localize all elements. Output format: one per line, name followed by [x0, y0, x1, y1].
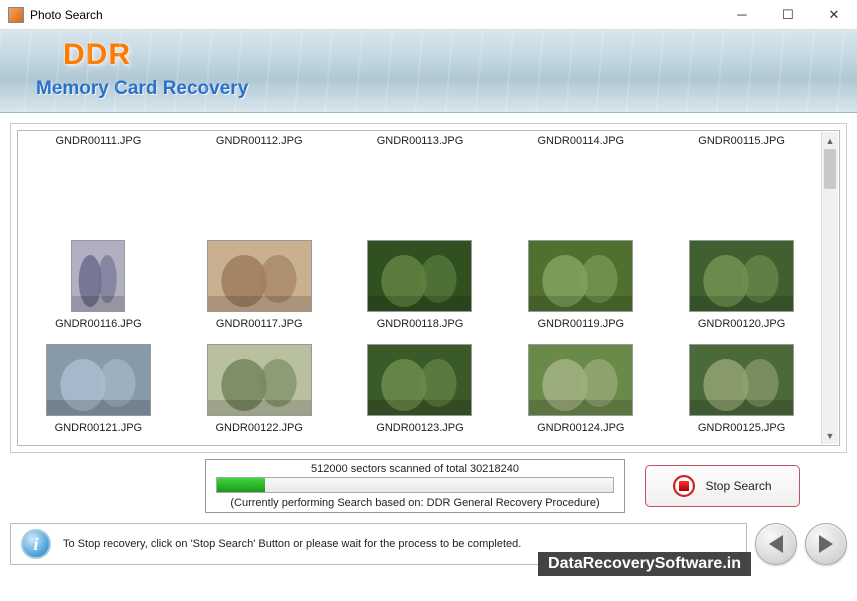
- thumbnail-image: [207, 344, 312, 416]
- thumbnail-image: [528, 344, 633, 416]
- next-button[interactable]: [805, 523, 847, 565]
- scroll-down-icon[interactable]: ▼: [822, 427, 838, 444]
- thumbnail-item[interactable]: GNDR00122.JPG: [179, 340, 340, 445]
- arrow-left-icon: [769, 535, 783, 553]
- watermark: DataRecoverySoftware.in: [538, 552, 751, 576]
- progress-row: 512000 sectors scanned of total 30218240…: [10, 459, 847, 513]
- thumbnail-item[interactable]: GNDR00120.JPG: [661, 236, 822, 341]
- logo-text: DDR: [63, 38, 839, 72]
- progress-note: (Currently performing Search based on: D…: [216, 497, 614, 509]
- thumbnail-image: [689, 344, 794, 416]
- thumbnail-filename: GNDR00125.JPG: [698, 422, 785, 434]
- prev-button[interactable]: [755, 523, 797, 565]
- thumbnail-filename: GNDR00112.JPG: [216, 135, 303, 147]
- thumbnail-filename: GNDR00119.JPG: [537, 318, 624, 330]
- thumbnail-filename: GNDR00111.JPG: [56, 135, 142, 147]
- thumbnail-filename: GNDR00117.JPG: [216, 318, 303, 330]
- thumbnail-item[interactable]: GNDR00121.JPG: [18, 340, 179, 445]
- thumbnail-filename: GNDR00118.JPG: [377, 318, 464, 330]
- info-icon: i: [21, 529, 51, 559]
- close-button[interactable]: ✕: [811, 0, 857, 30]
- stop-search-button[interactable]: Stop Search: [645, 465, 800, 507]
- thumbnail-filename: GNDR00124.JPG: [537, 422, 624, 434]
- titlebar: Photo Search ─ ☐ ✕: [0, 0, 857, 30]
- thumbnail-filename: GNDR00113.JPG: [377, 135, 464, 147]
- app-icon: [8, 7, 24, 23]
- minimize-button[interactable]: ─: [719, 0, 765, 30]
- thumbnail-filename: GNDR00121.JPG: [55, 422, 142, 434]
- stop-button-label: Stop Search: [705, 479, 771, 493]
- thumbnail-filename: GNDR00123.JPG: [376, 422, 463, 434]
- progress-box: 512000 sectors scanned of total 30218240…: [205, 459, 625, 513]
- window-title: Photo Search: [30, 8, 719, 22]
- progress-text: 512000 sectors scanned of total 30218240: [216, 463, 614, 475]
- thumbnail-item[interactable]: GNDR00116.JPG: [18, 236, 179, 341]
- thumbnail-grid: GNDR00111.JPG GNDR00112.JPG GNDR00113.JPG G…: [18, 131, 839, 445]
- thumbnail-item[interactable]: GNDR00111.JPG: [18, 131, 179, 236]
- thumbnail-area: GNDR00111.JPG GNDR00112.JPG GNDR00113.JPG G…: [17, 130, 840, 446]
- scroll-thumb[interactable]: [824, 149, 836, 189]
- progress-fill: [217, 478, 265, 492]
- thumbnail-item[interactable]: GNDR00124.JPG: [500, 340, 661, 445]
- thumbnail-image: [528, 240, 633, 312]
- thumbnail-item[interactable]: GNDR00115.JPG: [661, 131, 822, 236]
- thumbnail-filename: GNDR00122.JPG: [215, 422, 302, 434]
- thumbnail-item[interactable]: GNDR00123.JPG: [340, 340, 501, 445]
- info-text: To Stop recovery, click on 'Stop Search'…: [63, 538, 521, 550]
- scroll-up-icon[interactable]: ▲: [822, 132, 838, 149]
- product-subtitle: Memory Card Recovery: [36, 78, 839, 100]
- thumbnail-item[interactable]: GNDR00112.JPG: [179, 131, 340, 236]
- thumbnail-item[interactable]: GNDR00117.JPG: [179, 236, 340, 341]
- thumbnail-image: [367, 240, 472, 312]
- thumbnail-image: [207, 240, 312, 312]
- thumbnail-image: [367, 344, 472, 416]
- scrollbar[interactable]: ▲ ▼: [821, 132, 838, 444]
- progress-bar: [216, 477, 614, 493]
- thumbnail-image: [46, 344, 151, 416]
- thumbnail-item[interactable]: GNDR00114.JPG: [500, 131, 661, 236]
- thumbnail-filename: GNDR00116.JPG: [55, 318, 142, 330]
- thumbnail-filename: GNDR00114.JPG: [537, 135, 624, 147]
- thumbnail-filename: GNDR00115.JPG: [698, 135, 785, 147]
- scroll-track[interactable]: [822, 149, 838, 427]
- banner: DDR Memory Card Recovery: [0, 30, 857, 113]
- results-panel: GNDR00111.JPG GNDR00112.JPG GNDR00113.JPG G…: [10, 123, 847, 453]
- thumbnail-item[interactable]: GNDR00119.JPG: [500, 236, 661, 341]
- thumbnail-item[interactable]: GNDR00113.JPG: [340, 131, 501, 236]
- thumbnail-item[interactable]: GNDR00118.JPG: [340, 236, 501, 341]
- thumbnail-image: [71, 240, 125, 312]
- thumbnail-item[interactable]: GNDR00125.JPG: [661, 340, 822, 445]
- arrow-right-icon: [819, 535, 833, 553]
- thumbnail-image: [689, 240, 794, 312]
- stop-icon: [673, 475, 695, 497]
- maximize-button[interactable]: ☐: [765, 0, 811, 30]
- thumbnail-filename: GNDR00120.JPG: [698, 318, 785, 330]
